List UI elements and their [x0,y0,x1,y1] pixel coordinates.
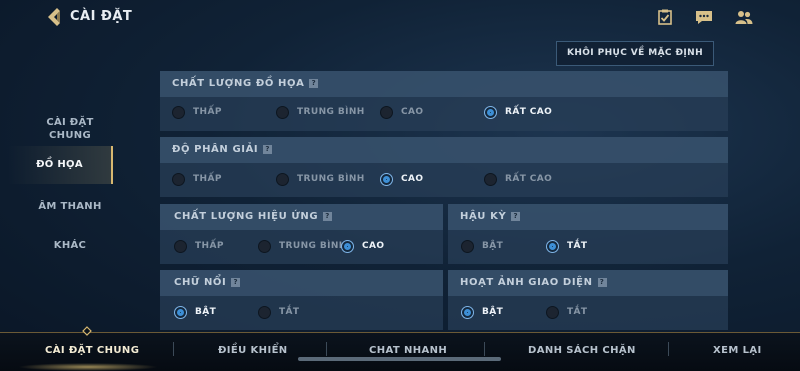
effects-quality-option-high[interactable]: CAO [341,238,384,254]
radio-button[interactable] [174,239,187,253]
reset-defaults-button[interactable]: KHÔI PHỤC VỀ MẶC ĐỊNH [556,41,714,66]
top-bar: CÀI ĐẶT [0,0,800,34]
page-title: CÀI ĐẶT [70,9,133,24]
tab-quick-chat[interactable]: CHAT NHANH [369,345,447,356]
radio-button[interactable] [172,172,185,186]
radio-button[interactable] [258,239,271,253]
floating-text-title: CHỮ NỔI? [174,277,241,288]
radio-button[interactable] [276,172,289,186]
resolution-option-very-high[interactable]: RẤT CAO [484,171,552,187]
resolution-title: ĐỘ PHÂN GIẢI? [172,144,273,155]
effects-quality-option-low[interactable]: THẤP [174,238,224,254]
tab-controls[interactable]: ĐIỀU KHIỂN [218,345,288,356]
radio-button[interactable] [461,239,474,253]
sidebar-item-general[interactable]: CÀI ĐẶT CHUNG [30,116,110,142]
ui-animation-option-off[interactable]: TẮT [546,304,587,320]
radio-button[interactable] [276,105,289,119]
help-icon[interactable]: ? [323,212,333,221]
floating-text-option-off[interactable]: TẮT [258,304,299,320]
help-icon[interactable]: ? [309,79,319,88]
radio-button-selected[interactable] [546,239,559,253]
sidebar-item-sound[interactable]: ÂM THANH [30,201,110,212]
sidebar-item-other[interactable]: KHÁC [30,240,110,251]
help-icon[interactable]: ? [231,278,241,287]
graphics-quality-panel: CHẤT LƯỢNG ĐỒ HỌA? THẤP TRUNG BÌNH CAO R… [160,71,728,131]
radio-button[interactable] [380,105,393,119]
resolution-option-medium[interactable]: TRUNG BÌNH [276,171,365,187]
graphics-quality-option-high[interactable]: CAO [380,104,423,120]
resolution-option-low[interactable]: THẤP [172,171,222,187]
ui-animation-title: HOẠT ẢNH GIAO DIỆN? [460,277,607,288]
graphics-quality-option-low[interactable]: THẤP [172,104,222,120]
tab-divider [668,342,669,356]
floating-text-panel: CHỮ NỔI? BẬT TẮT [160,270,443,330]
post-processing-option-on[interactable]: BẬT [461,238,503,254]
effects-quality-panel: CHẤT LƯỢNG HIỆU ỨNG? THẤP TRUNG BÌNH CAO [160,204,443,264]
radio-button[interactable] [258,305,271,319]
graphics-quality-title: CHẤT LƯỢNG ĐỒ HỌA? [172,78,319,89]
post-processing-option-off[interactable]: TẮT [546,238,587,254]
post-processing-panel: HẬU KỲ? BẬT TẮT [448,204,728,264]
radio-button-selected[interactable] [380,172,393,186]
back-arrow-icon[interactable] [44,6,66,28]
effects-quality-option-medium[interactable]: TRUNG BÌNH [258,238,347,254]
friends-icon[interactable] [735,9,753,25]
help-icon[interactable]: ? [511,212,521,221]
home-indicator [298,357,501,361]
tab-divider [326,342,327,356]
tab-divider [484,342,485,356]
radio-button[interactable] [172,105,185,119]
radio-button-selected[interactable] [341,239,354,253]
bottom-tab-bar: CÀI ĐẶT CHUNG ĐIỀU KHIỂN CHAT NHANH DANH… [0,332,800,371]
ui-animation-panel: HOẠT ẢNH GIAO DIỆN? BẬT TẮT [448,270,728,330]
checklist-icon[interactable] [656,9,674,25]
tab-general-settings[interactable]: CÀI ĐẶT CHUNG [45,345,139,356]
tab-divider [173,342,174,356]
radio-button-selected[interactable] [174,305,187,319]
help-icon[interactable]: ? [597,278,607,287]
graphics-quality-option-medium[interactable]: TRUNG BÌNH [276,104,365,120]
radio-button-selected[interactable] [461,305,474,319]
floating-text-option-on[interactable]: BẬT [174,304,216,320]
effects-quality-title: CHẤT LƯỢNG HIỆU ỨNG? [174,211,333,222]
chat-icon[interactable] [695,9,713,25]
ui-animation-option-on[interactable]: BẬT [461,304,503,320]
post-processing-title: HẬU KỲ? [460,211,521,222]
radio-button-selected[interactable] [484,105,497,119]
active-tab-marker-icon [82,326,92,336]
tab-block-list[interactable]: DANH SÁCH CHẶN [528,345,636,356]
graphics-quality-option-very-high[interactable]: RẤT CAO [484,104,552,120]
radio-button[interactable] [546,305,559,319]
sidebar-item-graphics[interactable]: ĐỒ HỌA [8,146,113,184]
tab-replay[interactable]: XEM LẠI [713,345,762,356]
radio-button[interactable] [484,172,497,186]
help-icon[interactable]: ? [263,145,273,154]
resolution-panel: ĐỘ PHÂN GIẢI? THẤP TRUNG BÌNH CAO RẤT CA… [160,137,728,197]
resolution-option-high[interactable]: CAO [380,171,423,187]
